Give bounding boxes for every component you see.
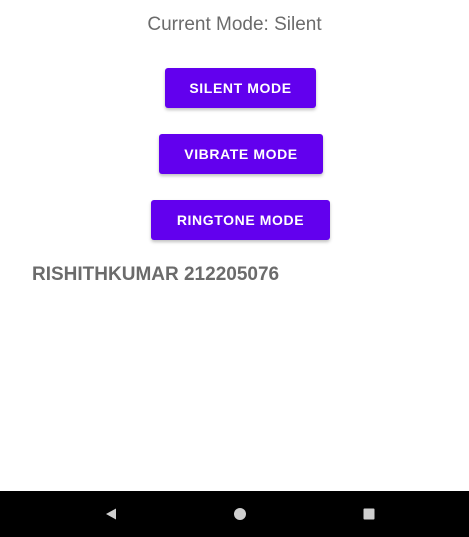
ringtone-mode-button[interactable]: RINGTONE MODE (151, 200, 330, 240)
silent-mode-button[interactable]: SILENT MODE (165, 68, 316, 108)
current-mode-label: Current Mode: Silent (147, 14, 322, 35)
vibrate-mode-button[interactable]: VIBRATE MODE (159, 134, 323, 174)
back-icon (106, 508, 116, 520)
home-icon (234, 508, 246, 520)
nav-home-button[interactable] (210, 491, 270, 537)
app-screen: Current Mode: Silent SILENT MODE VIBRATE… (0, 0, 469, 537)
recents-icon (363, 508, 375, 520)
navigation-bar (0, 491, 469, 537)
student-name-label: RISHITHKUMAR 212205076 (32, 264, 280, 285)
nav-recents-button[interactable] (339, 491, 399, 537)
nav-back-button[interactable] (81, 491, 141, 537)
